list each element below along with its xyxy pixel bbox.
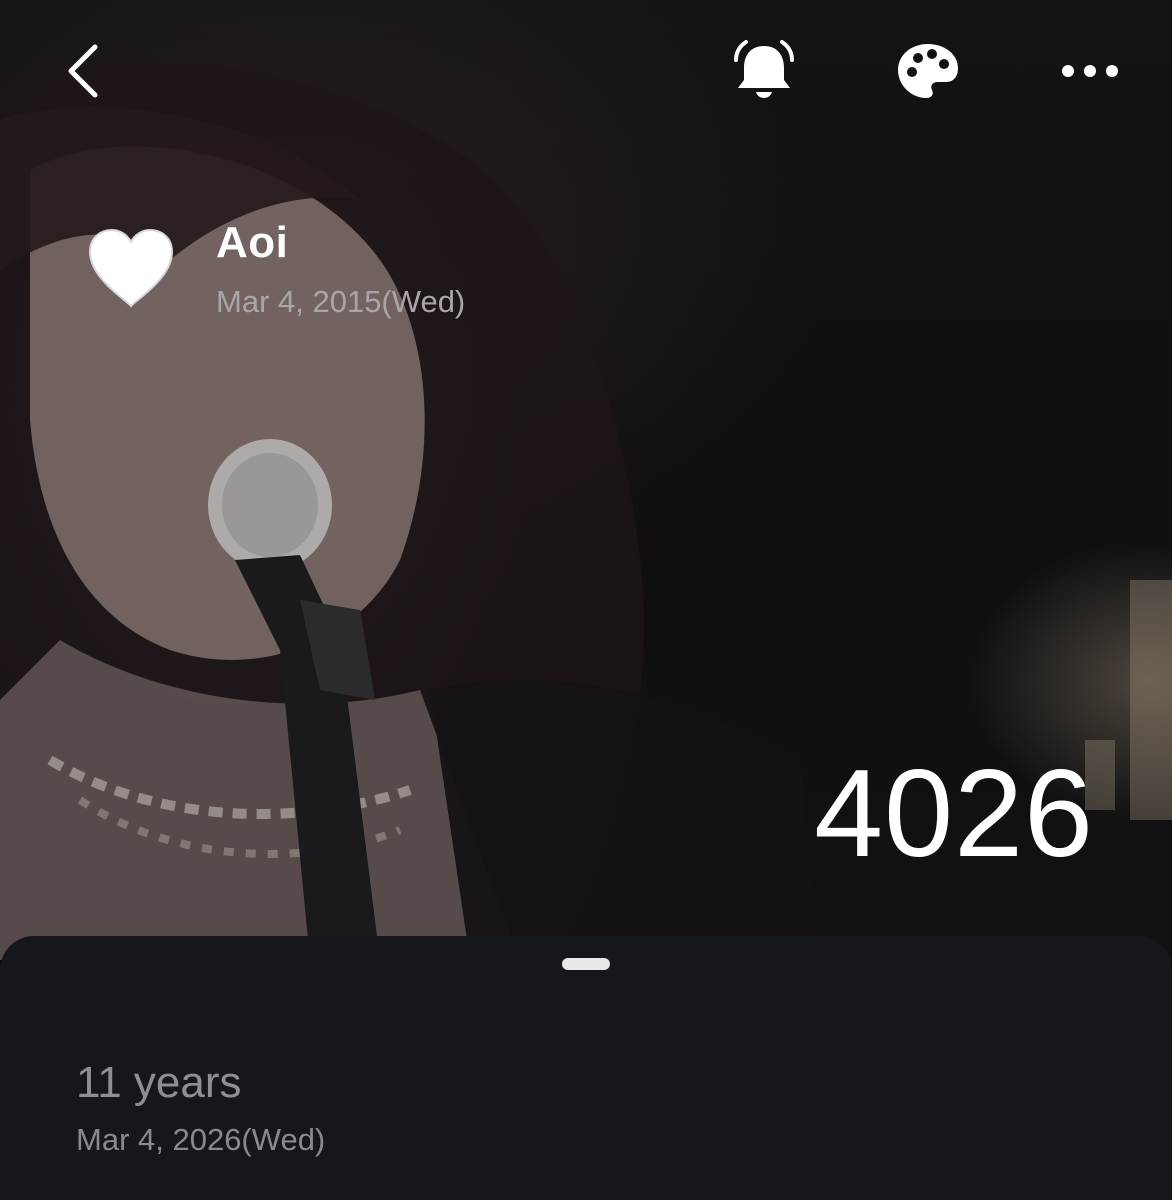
ringing-bell-icon [734,40,794,98]
chevron-left-icon [68,44,98,98]
start-date: Mar 4, 2015(Wed) [216,284,466,319]
heart-icon [88,228,174,308]
event-title: Aoi [216,218,289,267]
anniversary-date: Mar 4, 2026(Wed) [76,1122,326,1157]
sheet-drag-handle[interactable] [562,958,610,970]
bottom-sheet[interactable]: 11 years Mar 4, 2026(Wed) [0,936,1172,1200]
theme-button[interactable] [888,36,968,106]
palette-icon [898,44,958,98]
ellipsis-horizontal-icon [1062,65,1118,77]
notification-button[interactable] [724,36,804,106]
more-options-button[interactable] [1050,36,1130,106]
dday-screen: Aoi Mar 4, 2015(Wed) 4026 11 years Mar 4… [0,0,1172,1200]
day-count: 4026 [814,745,1094,883]
back-button[interactable] [48,36,118,106]
anniversary-label: 11 years [76,1058,242,1107]
